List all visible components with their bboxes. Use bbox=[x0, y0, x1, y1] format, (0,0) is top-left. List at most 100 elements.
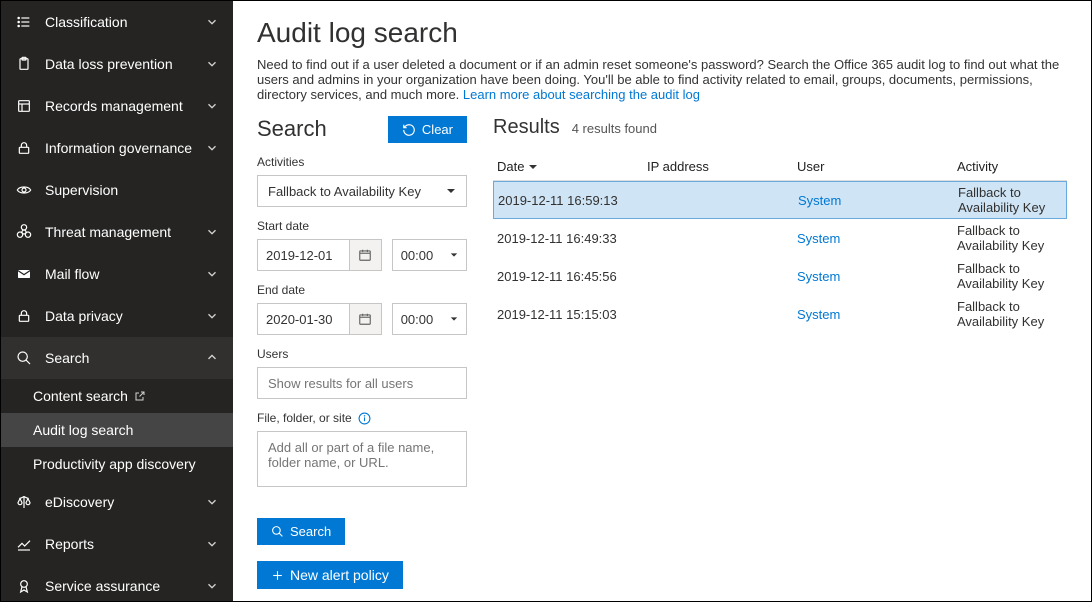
sidebar-item-label: Classification bbox=[45, 14, 205, 30]
sidebar-item-mail-flow[interactable]: Mail flow bbox=[1, 253, 233, 295]
sidebar-item-label: Mail flow bbox=[45, 266, 205, 282]
sidebar-item-search[interactable]: Search bbox=[1, 337, 233, 379]
calendar-icon bbox=[358, 248, 372, 262]
cell-date: 2019-12-11 15:15:03 bbox=[497, 307, 647, 322]
chevron-down-icon bbox=[205, 267, 219, 281]
sidebar-item-label: Data privacy bbox=[45, 308, 205, 324]
sidebar-item-data-privacy[interactable]: Data privacy bbox=[1, 295, 233, 337]
sidebar-item-supervision[interactable]: Supervision bbox=[1, 169, 233, 211]
cell-activity: Fallback to Availability Key bbox=[957, 299, 1063, 329]
table-row[interactable]: 2019-12-11 16:45:56 SystemFallback to Ava… bbox=[493, 257, 1067, 295]
activities-label: Activities bbox=[257, 155, 467, 169]
sidebar-item-data-loss-prevention[interactable]: Data loss prevention bbox=[1, 43, 233, 85]
cell-user[interactable]: System bbox=[797, 307, 957, 322]
results-heading: Results bbox=[493, 116, 560, 139]
sidebar-item-ediscovery[interactable]: eDiscovery bbox=[1, 481, 233, 523]
lock-icon bbox=[15, 140, 33, 156]
caret-down-icon bbox=[446, 186, 456, 196]
sidebar-item-records-management[interactable]: Records management bbox=[1, 85, 233, 127]
chevron-down-icon bbox=[205, 99, 219, 113]
search-panel: Search Clear Activities Fallback to Avai… bbox=[257, 116, 467, 601]
col-user[interactable]: User bbox=[797, 159, 957, 174]
file-input[interactable] bbox=[257, 431, 467, 487]
sidebar: Classification Data loss prevention Record… bbox=[1, 1, 233, 601]
file-label: File, folder, or site bbox=[257, 411, 467, 425]
calendar-icon bbox=[358, 312, 372, 326]
sidebar-subitem-audit-log-search[interactable]: Audit log search bbox=[1, 413, 233, 447]
col-date[interactable]: Date bbox=[497, 159, 647, 174]
clipboard-icon bbox=[15, 56, 33, 72]
biohazard-icon bbox=[15, 224, 33, 240]
users-label: Users bbox=[257, 347, 467, 361]
clear-button[interactable]: Clear bbox=[388, 116, 467, 143]
sidebar-subitem-productivity-app-discovery[interactable]: Productivity app discovery bbox=[1, 447, 233, 481]
sidebar-item-label: Supervision bbox=[45, 182, 205, 198]
cell-date: 2019-12-11 16:49:33 bbox=[497, 231, 647, 246]
end-time-select[interactable]: 00:00 bbox=[392, 303, 467, 335]
end-date-label: End date bbox=[257, 283, 467, 297]
new-alert-policy-button[interactable]: New alert policy bbox=[257, 561, 403, 589]
cell-user[interactable]: System bbox=[797, 269, 957, 284]
sidebar-item-label: eDiscovery bbox=[45, 494, 205, 510]
table-row[interactable]: 2019-12-11 15:15:03 SystemFallback to Ava… bbox=[493, 295, 1067, 333]
chevron-down-icon bbox=[205, 579, 219, 593]
start-date-label: Start date bbox=[257, 219, 467, 233]
activities-dropdown[interactable]: Fallback to Availability Key bbox=[257, 175, 467, 207]
start-time-select[interactable]: 00:00 bbox=[392, 239, 467, 271]
table-row[interactable]: 2019-12-11 16:59:13 SystemFallback to Ava… bbox=[493, 181, 1067, 219]
sidebar-item-classification[interactable]: Classification bbox=[1, 1, 233, 43]
search-icon bbox=[15, 350, 33, 366]
search-button[interactable]: Search bbox=[257, 518, 345, 545]
sidebar-subitem-label: Productivity app discovery bbox=[33, 456, 196, 472]
mail-icon bbox=[15, 266, 33, 282]
results-table-header: Date IP address User Activity bbox=[493, 153, 1067, 181]
sidebar-subitem-content-search[interactable]: Content search bbox=[1, 379, 233, 413]
info-icon[interactable] bbox=[358, 412, 371, 425]
records-icon bbox=[15, 98, 33, 114]
cell-user[interactable]: System bbox=[798, 193, 958, 208]
chevron-down-icon bbox=[205, 495, 219, 509]
sidebar-subitem-label: Content search bbox=[33, 388, 128, 404]
chevron-down-icon bbox=[205, 309, 219, 323]
sidebar-item-label: Threat management bbox=[45, 224, 205, 240]
start-date-input[interactable]: 2019-12-01 bbox=[257, 239, 349, 271]
eye-icon bbox=[15, 182, 33, 198]
results-panel: Results 4 results found Date IP address … bbox=[493, 116, 1067, 601]
sidebar-item-threat-management[interactable]: Threat management bbox=[1, 211, 233, 253]
sidebar-item-label: Reports bbox=[45, 536, 205, 552]
ribbon-icon bbox=[15, 578, 33, 594]
col-ip[interactable]: IP address bbox=[647, 159, 797, 174]
chevron-down-icon bbox=[205, 57, 219, 71]
sidebar-item-service-assurance[interactable]: Service assurance bbox=[1, 565, 233, 607]
end-date-picker-button[interactable] bbox=[349, 303, 382, 335]
col-activity[interactable]: Activity bbox=[957, 159, 1063, 174]
cell-user[interactable]: System bbox=[797, 231, 957, 246]
search-heading: Search bbox=[257, 116, 327, 142]
list-icon bbox=[15, 14, 33, 30]
sidebar-item-information-governance[interactable]: Information governance bbox=[1, 127, 233, 169]
cell-date: 2019-12-11 16:45:56 bbox=[497, 269, 647, 284]
sort-desc-icon bbox=[528, 162, 538, 172]
users-input[interactable] bbox=[257, 367, 467, 399]
lock-icon bbox=[15, 308, 33, 324]
sidebar-item-label: Data loss prevention bbox=[45, 56, 205, 72]
intro-link[interactable]: Learn more about searching the audit log bbox=[463, 87, 700, 102]
plus-icon bbox=[271, 569, 284, 582]
chevron-down-icon bbox=[205, 15, 219, 29]
main-content: Audit log search Need to find out if a u… bbox=[233, 1, 1091, 601]
cell-date: 2019-12-11 16:59:13 bbox=[498, 193, 648, 208]
chevron-down-icon bbox=[205, 141, 219, 155]
cell-activity: Fallback to Availability Key bbox=[958, 185, 1062, 215]
chevron-down-icon bbox=[205, 537, 219, 551]
chevron-down-icon bbox=[205, 225, 219, 239]
table-row[interactable]: 2019-12-11 16:49:33SystemFallback to Ava… bbox=[493, 219, 1067, 257]
sidebar-item-label: Service assurance bbox=[45, 578, 205, 594]
sidebar-item-reports[interactable]: Reports bbox=[1, 523, 233, 565]
search-icon bbox=[271, 525, 284, 538]
results-count: 4 results found bbox=[572, 121, 657, 136]
scales-icon bbox=[15, 494, 33, 510]
cell-activity: Fallback to Availability Key bbox=[957, 261, 1063, 291]
end-date-input[interactable]: 2020-01-30 bbox=[257, 303, 349, 335]
sidebar-item-label: Information governance bbox=[45, 140, 205, 156]
start-date-picker-button[interactable] bbox=[349, 239, 382, 271]
